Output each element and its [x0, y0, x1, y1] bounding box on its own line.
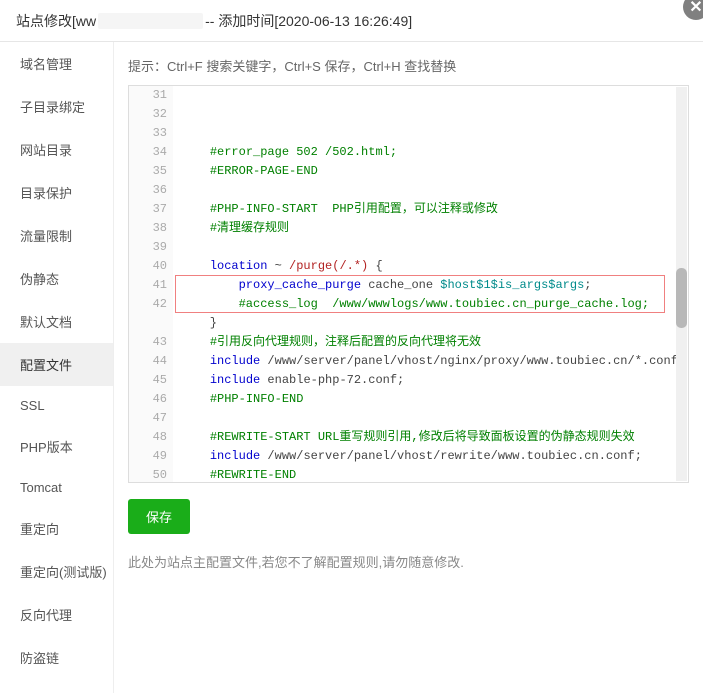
code-area[interactable]: #error_page 502 /502.html; #ERROR-PAGE-E…: [173, 86, 688, 482]
sidebar: 域名管理子目录绑定网站目录目录保护流量限制伪静态默认文档配置文件SSLPHP版本…: [0, 42, 114, 693]
code-line: #ERROR-PAGE-END: [181, 162, 688, 181]
code-editor[interactable]: 3132333435363738394041424344454647484950…: [128, 85, 689, 483]
sidebar-item-12[interactable]: 重定向(测试版): [0, 550, 113, 593]
code-line: #access_log /www/wwwlogs/www.toubiec.cn_…: [181, 295, 688, 314]
sidebar-item-13[interactable]: 反向代理: [0, 593, 113, 636]
code-line: include /www/server/panel/vhost/rewrite/…: [181, 447, 688, 466]
code-line: [181, 238, 688, 257]
sidebar-item-14[interactable]: 防盗链: [0, 636, 113, 679]
code-line: [181, 409, 688, 428]
code-line: #清理缓存规则: [181, 219, 688, 238]
sidebar-item-8[interactable]: SSL: [0, 386, 113, 425]
sidebar-item-1[interactable]: 子目录绑定: [0, 85, 113, 128]
main-panel: 提示：Ctrl+F 搜索关键字，Ctrl+S 保存，Ctrl+H 查找替换 31…: [114, 42, 703, 693]
sidebar-item-3[interactable]: 目录保护: [0, 171, 113, 214]
title-prefix: 站点修改[ww: [16, 11, 96, 31]
code-line: proxy_cache_purge cache_one $host$1$is_a…: [181, 276, 688, 295]
gutter: 3132333435363738394041424344454647484950: [129, 86, 173, 482]
code-line: include /www/server/panel/vhost/nginx/pr…: [181, 352, 688, 371]
scrollbar-thumb[interactable]: [676, 268, 687, 328]
code-line: #error_page 502 /502.html;: [181, 143, 688, 162]
code-line: }: [181, 314, 688, 333]
code-line: #PHP-INFO-START PHP引用配置，可以注释或修改: [181, 200, 688, 219]
title-suffix: -- 添加时间[2020-06-13 16:26:49]: [205, 11, 412, 31]
sidebar-item-10[interactable]: Tomcat: [0, 468, 113, 507]
close-icon[interactable]: ✕: [683, 0, 703, 20]
sidebar-item-15[interactable]: 响应日志: [0, 679, 113, 693]
sidebar-item-6[interactable]: 默认文档: [0, 300, 113, 343]
sidebar-item-9[interactable]: PHP版本: [0, 425, 113, 468]
footer-note: 此处为站点主配置文件,若您不了解配置规则,请勿随意修改.: [128, 552, 689, 571]
code-line: #PHP-INFO-END: [181, 390, 688, 409]
code-line: location ~ /purge(/.*) {: [181, 257, 688, 276]
sidebar-item-7[interactable]: 配置文件: [0, 343, 113, 386]
sidebar-item-0[interactable]: 域名管理: [0, 42, 113, 85]
sidebar-item-2[interactable]: 网站目录: [0, 128, 113, 171]
hint-text: 提示：Ctrl+F 搜索关键字，Ctrl+S 保存，Ctrl+H 查找替换: [128, 56, 689, 75]
code-line: include enable-php-72.conf;: [181, 371, 688, 390]
code-line: #REWRITE-START URL重写规则引用,修改后将导致面板设置的伪静态规…: [181, 428, 688, 447]
redacted-domain: [98, 13, 203, 29]
scrollbar-track[interactable]: [676, 87, 687, 481]
dialog-header: 站点修改[ww -- 添加时间[2020-06-13 16:26:49] ✕: [0, 0, 703, 42]
save-button[interactable]: 保存: [128, 499, 190, 534]
sidebar-item-4[interactable]: 流量限制: [0, 214, 113, 257]
code-line: [181, 181, 688, 200]
code-line: #引用反向代理规则，注释后配置的反向代理将无效: [181, 333, 688, 352]
sidebar-item-5[interactable]: 伪静态: [0, 257, 113, 300]
sidebar-item-11[interactable]: 重定向: [0, 507, 113, 550]
code-line: #REWRITE-END: [181, 466, 688, 483]
